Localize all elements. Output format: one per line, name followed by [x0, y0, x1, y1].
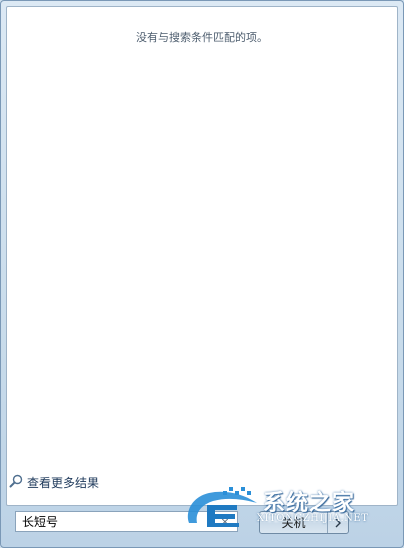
- no-results-message: 没有与搜索条件匹配的项。: [136, 31, 268, 44]
- clear-search-icon[interactable]: ×: [217, 514, 233, 530]
- start-menu-window: 没有与搜索条件匹配的项。 查看更多结果 × 关机: [0, 0, 404, 548]
- search-results-pane: 没有与搜索条件匹配的项。: [6, 6, 398, 506]
- shutdown-options-arrow[interactable]: [328, 512, 348, 533]
- see-more-results-link[interactable]: 查看更多结果: [9, 473, 99, 492]
- power-controls: 关机: [259, 511, 349, 534]
- shutdown-button[interactable]: 关机: [260, 512, 328, 533]
- start-search-box[interactable]: ×: [15, 511, 238, 532]
- search-icon: [9, 473, 23, 492]
- see-more-results-label: 查看更多结果: [27, 476, 100, 490]
- search-input[interactable]: [16, 512, 217, 531]
- chevron-right-icon: [334, 513, 342, 532]
